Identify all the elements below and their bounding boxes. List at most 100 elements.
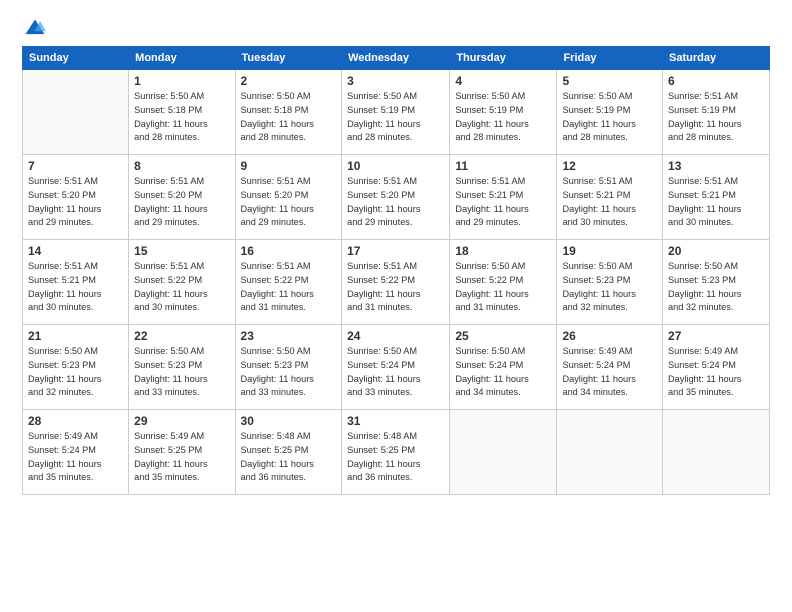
day-number: 15 bbox=[134, 244, 229, 258]
day-cell: 6Sunrise: 5:51 AM Sunset: 5:19 PM Daylig… bbox=[663, 70, 770, 155]
day-number: 8 bbox=[134, 159, 229, 173]
day-info: Sunrise: 5:48 AM Sunset: 5:25 PM Dayligh… bbox=[241, 430, 337, 485]
day-cell: 19 Sunrise: 5:50 AM Sunset: 5:23 PM Dayli… bbox=[557, 240, 663, 325]
day-cell: 17 Sunrise: 5:51 AM Sunset: 5:22 PM Dayli… bbox=[342, 240, 450, 325]
day-cell: 26 Sunrise: 5:49 AM Sunset: 5:24 PM Dayli… bbox=[557, 325, 663, 410]
day-cell bbox=[23, 70, 129, 155]
day-cell: 8 Sunrise: 5:51 AM Sunset: 5:20 PM Daylig… bbox=[129, 155, 235, 240]
day-info: Sunrise: 5:51 AM Sunset: 5:21 PM Dayligh… bbox=[28, 260, 123, 315]
day-info: Sunrise: 5:50 AM Sunset: 5:23 PM Dayligh… bbox=[28, 345, 123, 400]
day-info: Sunrise: 5:50 AM Sunset: 5:18 PM Dayligh… bbox=[134, 90, 229, 145]
day-number: 20 bbox=[668, 244, 764, 258]
day-info: Sunrise: 5:50 AM Sunset: 5:24 PM Dayligh… bbox=[347, 345, 444, 400]
day-cell: 25 Sunrise: 5:50 AM Sunset: 5:24 PM Dayli… bbox=[450, 325, 557, 410]
day-info: Sunrise: 5:50 AM Sunset: 5:23 PM Dayligh… bbox=[134, 345, 229, 400]
day-cell: 30 Sunrise: 5:48 AM Sunset: 5:25 PM Dayli… bbox=[235, 410, 342, 495]
week-row-2: 7 Sunrise: 5:51 AM Sunset: 5:20 PM Daylig… bbox=[23, 155, 770, 240]
day-info: Sunrise: 5:51 AM Sunset: 5:21 PM Dayligh… bbox=[562, 175, 657, 230]
day-cell: 23 Sunrise: 5:50 AM Sunset: 5:23 PM Dayli… bbox=[235, 325, 342, 410]
day-number: 21 bbox=[28, 329, 123, 343]
day-number: 13 bbox=[668, 159, 764, 173]
day-info: Sunrise: 5:51 AM Sunset: 5:20 PM Dayligh… bbox=[347, 175, 444, 230]
day-number: 28 bbox=[28, 414, 123, 428]
col-tuesday: Tuesday bbox=[235, 47, 342, 70]
day-info: Sunrise: 5:49 AM Sunset: 5:24 PM Dayligh… bbox=[562, 345, 657, 400]
calendar-table: Sunday Monday Tuesday Wednesday Thursday… bbox=[22, 46, 770, 495]
day-cell: 21 Sunrise: 5:50 AM Sunset: 5:23 PM Dayli… bbox=[23, 325, 129, 410]
day-cell: 3 Sunrise: 5:50 AM Sunset: 5:19 PM Daylig… bbox=[342, 70, 450, 155]
week-row-5: 28Sunrise: 5:49 AM Sunset: 5:24 PM Dayli… bbox=[23, 410, 770, 495]
day-cell bbox=[663, 410, 770, 495]
day-number: 6 bbox=[668, 74, 764, 88]
day-info: Sunrise: 5:51 AM Sunset: 5:22 PM Dayligh… bbox=[347, 260, 444, 315]
day-info: Sunrise: 5:49 AM Sunset: 5:24 PM Dayligh… bbox=[668, 345, 764, 400]
day-info: Sunrise: 5:51 AM Sunset: 5:20 PM Dayligh… bbox=[28, 175, 123, 230]
day-number: 17 bbox=[347, 244, 444, 258]
day-info: Sunrise: 5:51 AM Sunset: 5:21 PM Dayligh… bbox=[455, 175, 551, 230]
week-row-3: 14 Sunrise: 5:51 AM Sunset: 5:21 PM Dayli… bbox=[23, 240, 770, 325]
day-cell: 16 Sunrise: 5:51 AM Sunset: 5:22 PM Dayli… bbox=[235, 240, 342, 325]
day-info: Sunrise: 5:51 AM Sunset: 5:22 PM Dayligh… bbox=[134, 260, 229, 315]
day-cell: 13Sunrise: 5:51 AM Sunset: 5:21 PM Dayli… bbox=[663, 155, 770, 240]
day-cell: 18 Sunrise: 5:50 AM Sunset: 5:22 PM Dayli… bbox=[450, 240, 557, 325]
day-info: Sunrise: 5:50 AM Sunset: 5:19 PM Dayligh… bbox=[455, 90, 551, 145]
day-cell: 14 Sunrise: 5:51 AM Sunset: 5:21 PM Dayli… bbox=[23, 240, 129, 325]
day-info: Sunrise: 5:50 AM Sunset: 5:19 PM Dayligh… bbox=[562, 90, 657, 145]
col-monday: Monday bbox=[129, 47, 235, 70]
day-number: 24 bbox=[347, 329, 444, 343]
day-number: 16 bbox=[241, 244, 337, 258]
day-info: Sunrise: 5:51 AM Sunset: 5:20 PM Dayligh… bbox=[134, 175, 229, 230]
day-number: 23 bbox=[241, 329, 337, 343]
week-row-1: 1 Sunrise: 5:50 AM Sunset: 5:18 PM Daylig… bbox=[23, 70, 770, 155]
day-info: Sunrise: 5:50 AM Sunset: 5:23 PM Dayligh… bbox=[668, 260, 764, 315]
day-number: 29 bbox=[134, 414, 229, 428]
col-saturday: Saturday bbox=[663, 47, 770, 70]
day-info: Sunrise: 5:50 AM Sunset: 5:22 PM Dayligh… bbox=[455, 260, 551, 315]
day-number: 1 bbox=[134, 74, 229, 88]
col-wednesday: Wednesday bbox=[342, 47, 450, 70]
week-row-4: 21 Sunrise: 5:50 AM Sunset: 5:23 PM Dayli… bbox=[23, 325, 770, 410]
logo-icon bbox=[24, 18, 46, 40]
day-info: Sunrise: 5:50 AM Sunset: 5:18 PM Dayligh… bbox=[241, 90, 337, 145]
day-number: 7 bbox=[28, 159, 123, 173]
day-info: Sunrise: 5:49 AM Sunset: 5:25 PM Dayligh… bbox=[134, 430, 229, 485]
day-number: 5 bbox=[562, 74, 657, 88]
day-cell: 22 Sunrise: 5:50 AM Sunset: 5:23 PM Dayli… bbox=[129, 325, 235, 410]
header-row: Sunday Monday Tuesday Wednesday Thursday… bbox=[23, 47, 770, 70]
day-cell: 28Sunrise: 5:49 AM Sunset: 5:24 PM Dayli… bbox=[23, 410, 129, 495]
day-cell: 9 Sunrise: 5:51 AM Sunset: 5:20 PM Daylig… bbox=[235, 155, 342, 240]
day-info: Sunrise: 5:51 AM Sunset: 5:20 PM Dayligh… bbox=[241, 175, 337, 230]
day-cell: 5 Sunrise: 5:50 AM Sunset: 5:19 PM Daylig… bbox=[557, 70, 663, 155]
day-cell bbox=[557, 410, 663, 495]
day-number: 3 bbox=[347, 74, 444, 88]
day-info: Sunrise: 5:50 AM Sunset: 5:23 PM Dayligh… bbox=[562, 260, 657, 315]
day-number: 30 bbox=[241, 414, 337, 428]
day-number: 19 bbox=[562, 244, 657, 258]
day-number: 27 bbox=[668, 329, 764, 343]
day-info: Sunrise: 5:50 AM Sunset: 5:24 PM Dayligh… bbox=[455, 345, 551, 400]
day-number: 9 bbox=[241, 159, 337, 173]
day-cell: 1 Sunrise: 5:50 AM Sunset: 5:18 PM Daylig… bbox=[129, 70, 235, 155]
day-number: 2 bbox=[241, 74, 337, 88]
day-cell: 31Sunrise: 5:48 AM Sunset: 5:25 PM Dayli… bbox=[342, 410, 450, 495]
day-cell bbox=[450, 410, 557, 495]
day-cell: 12 Sunrise: 5:51 AM Sunset: 5:21 PM Dayli… bbox=[557, 155, 663, 240]
day-cell: 27 Sunrise: 5:49 AM Sunset: 5:24 PM Dayli… bbox=[663, 325, 770, 410]
day-number: 14 bbox=[28, 244, 123, 258]
col-friday: Friday bbox=[557, 47, 663, 70]
col-thursday: Thursday bbox=[450, 47, 557, 70]
page-header bbox=[22, 18, 770, 36]
day-cell: 4Sunrise: 5:50 AM Sunset: 5:19 PM Daylig… bbox=[450, 70, 557, 155]
day-info: Sunrise: 5:50 AM Sunset: 5:19 PM Dayligh… bbox=[347, 90, 444, 145]
day-cell: 24 Sunrise: 5:50 AM Sunset: 5:24 PM Dayli… bbox=[342, 325, 450, 410]
day-info: Sunrise: 5:51 AM Sunset: 5:22 PM Dayligh… bbox=[241, 260, 337, 315]
day-number: 12 bbox=[562, 159, 657, 173]
day-info: Sunrise: 5:48 AM Sunset: 5:25 PM Dayligh… bbox=[347, 430, 444, 485]
day-number: 25 bbox=[455, 329, 551, 343]
day-number: 18 bbox=[455, 244, 551, 258]
day-number: 10 bbox=[347, 159, 444, 173]
day-cell: 11Sunrise: 5:51 AM Sunset: 5:21 PM Dayli… bbox=[450, 155, 557, 240]
day-number: 26 bbox=[562, 329, 657, 343]
day-number: 22 bbox=[134, 329, 229, 343]
day-info: Sunrise: 5:50 AM Sunset: 5:23 PM Dayligh… bbox=[241, 345, 337, 400]
